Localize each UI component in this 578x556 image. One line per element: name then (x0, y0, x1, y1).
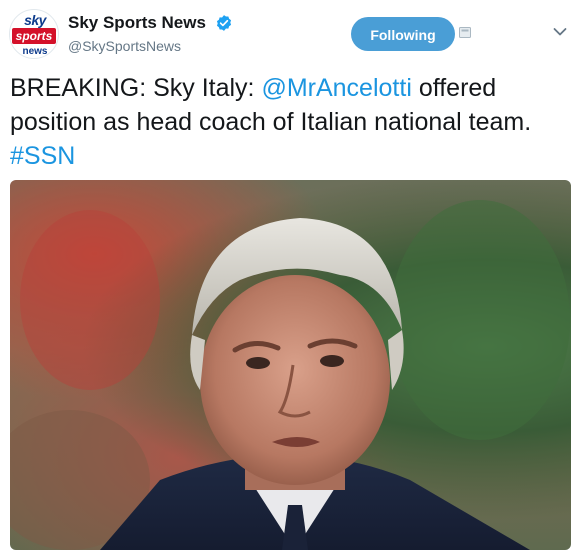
account-name[interactable]: Sky Sports News (68, 13, 206, 33)
hashtag-link[interactable]: #SSN (10, 142, 75, 170)
mention-link[interactable]: @MrAncelotti (261, 74, 411, 102)
following-button[interactable]: Following (351, 17, 455, 51)
avatar-logo-news: news (22, 46, 48, 57)
account-handle[interactable]: @SkySportsNews (68, 38, 181, 54)
avatar-logo-sports: sports (12, 28, 56, 44)
photo-illustration (10, 200, 570, 550)
tweet-text-prefix: BREAKING: Sky Italy: (10, 74, 262, 102)
avatar-logo-sky: sky (24, 12, 46, 28)
chevron-down-icon[interactable] (553, 27, 567, 37)
notification-icon[interactable] (459, 27, 471, 38)
verified-badge-icon (216, 15, 232, 31)
avatar[interactable]: sky sports news (9, 9, 59, 59)
tweet-text: BREAKING: Sky Italy: @MrAncelotti offere… (10, 71, 565, 173)
tweet-photo[interactable] (10, 180, 571, 550)
